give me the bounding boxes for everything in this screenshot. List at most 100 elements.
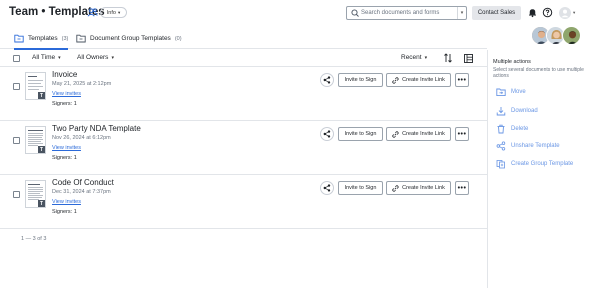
document-date: Nov 26, 2024 at 6:12pm	[52, 135, 111, 141]
owner-filter-dropdown[interactable]: All Owners ▾	[77, 54, 114, 61]
panel-title: Multiple actions	[493, 59, 531, 65]
create-invite-link-label: Create Invite Link	[402, 77, 445, 83]
owner-filter-label: All Owners	[77, 54, 109, 61]
row-checkbox[interactable]	[13, 137, 20, 144]
search-input[interactable]: Search documents and forms	[361, 10, 457, 16]
help-icon[interactable]	[542, 7, 553, 18]
template-badge-icon: T	[38, 92, 45, 99]
share-button[interactable]	[320, 127, 334, 141]
create-group-template-action[interactable]: Create Group Template	[496, 158, 573, 169]
create-invite-link-button[interactable]: Create Invite Link	[386, 127, 451, 141]
chevron-down-icon: ▾	[111, 54, 114, 61]
more-actions-button[interactable]: •••	[455, 181, 469, 195]
share-button[interactable]	[320, 181, 334, 195]
action-label: Download	[511, 107, 538, 114]
invite-to-sign-button[interactable]: Invite to Sign	[338, 73, 383, 87]
action-label: Create Group Template	[511, 160, 574, 167]
download-icon	[496, 106, 506, 115]
create-invite-link-label: Create Invite Link	[402, 131, 445, 137]
share-button[interactable]	[320, 73, 334, 87]
download-action[interactable]: Download	[496, 105, 538, 116]
chevron-down-icon: ▾	[573, 9, 576, 15]
panel-description: Select several documents to use multiple…	[493, 67, 584, 79]
more-actions-button[interactable]: •••	[455, 73, 469, 87]
header: Team • Templates Info ▾ Search documents…	[0, 0, 589, 28]
row-checkbox[interactable]	[13, 83, 20, 90]
time-filter-dropdown[interactable]: All Time ▾	[32, 54, 61, 61]
row-checkbox[interactable]	[13, 191, 20, 198]
user-avatar-icon	[559, 6, 571, 19]
document-name[interactable]: Two Party NDA Template	[52, 124, 141, 133]
trash-icon	[497, 124, 505, 133]
view-invites-link[interactable]: View invites	[52, 91, 81, 97]
signers-count: Signers: 1	[52, 101, 77, 107]
action-label: Unshare Template	[511, 142, 560, 149]
sort-direction-icon[interactable]	[443, 53, 453, 63]
signers-count: Signers: 1	[52, 155, 77, 161]
list-item[interactable]: T Invoice May 21, 2025 at 2:12pm View in…	[0, 67, 487, 121]
document-thumbnail[interactable]: T	[25, 126, 46, 154]
create-invite-link-label: Create Invite Link	[402, 185, 445, 191]
team-icon	[87, 8, 98, 17]
view-invites-link[interactable]: View invites	[52, 199, 81, 205]
unshare-icon	[496, 141, 506, 150]
team-avatars[interactable]	[531, 26, 583, 46]
multiple-actions-panel: Multiple actions Select several document…	[487, 50, 589, 288]
share-icon	[323, 184, 331, 192]
info-dropdown[interactable]: Info ▾	[100, 7, 127, 18]
search-box[interactable]: Search documents and forms ▾	[346, 6, 467, 20]
time-filter-label: All Time	[32, 54, 56, 61]
document-date: May 21, 2025 at 2:12pm	[52, 81, 112, 87]
link-icon	[392, 76, 399, 84]
list-item[interactable]: T Two Party NDA Template Nov 26, 2024 at…	[0, 121, 487, 175]
action-label: Delete	[511, 125, 529, 132]
document-name[interactable]: Invoice	[52, 70, 77, 79]
sort-dropdown[interactable]: Recent ▾	[401, 54, 427, 61]
group-template-icon	[496, 159, 505, 168]
chevron-down-icon: ▾	[58, 54, 61, 61]
template-badge-icon: T	[38, 200, 45, 207]
list-item[interactable]: T Code Of Conduct Dec 31, 2024 at 7:37pm…	[0, 175, 487, 229]
search-filter-dropdown[interactable]: ▾	[457, 7, 466, 19]
info-label: Info	[106, 9, 116, 16]
move-action[interactable]: Move	[496, 86, 526, 97]
tab-label: Templates	[28, 35, 58, 42]
share-icon	[323, 130, 331, 138]
select-all-checkbox[interactable]	[13, 55, 20, 62]
tab-label: Document Group Templates	[90, 35, 171, 42]
avatar	[562, 26, 581, 45]
action-label: Move	[511, 88, 526, 95]
view-invites-link[interactable]: View invites	[52, 145, 81, 151]
bell-icon[interactable]	[527, 7, 538, 18]
folder-icon	[76, 34, 86, 43]
tab-count: (0)	[174, 35, 182, 42]
chevron-down-icon: ▾	[117, 9, 121, 15]
document-name[interactable]: Code Of Conduct	[52, 178, 114, 187]
document-thumbnail[interactable]: T	[25, 180, 46, 208]
invite-to-sign-button[interactable]: Invite to Sign	[338, 127, 383, 141]
folder-icon	[14, 34, 24, 43]
list-view-icon[interactable]	[464, 54, 473, 63]
sort-label: Recent	[401, 54, 422, 61]
folder-move-icon	[496, 88, 506, 96]
invite-to-sign-button[interactable]: Invite to Sign	[338, 181, 383, 195]
create-invite-link-button[interactable]: Create Invite Link	[386, 73, 451, 87]
link-icon	[392, 184, 399, 192]
pagination-summary: 1 — 3 of 3	[21, 236, 47, 242]
signers-count: Signers: 1	[52, 209, 77, 215]
user-menu[interactable]: ▾	[559, 6, 579, 19]
unshare-template-action[interactable]: Unshare Template	[496, 140, 560, 151]
chevron-down-icon: ▾	[424, 54, 428, 61]
delete-action[interactable]: Delete	[496, 123, 528, 134]
more-actions-button[interactable]: •••	[455, 127, 469, 141]
contact-sales-button[interactable]: Contact Sales	[472, 6, 521, 20]
tab-templates[interactable]: Templates (3)	[14, 28, 69, 50]
template-badge-icon: T	[38, 146, 45, 153]
share-icon	[323, 76, 331, 84]
document-thumbnail[interactable]: T	[25, 72, 46, 100]
tab-document-group-templates[interactable]: Document Group Templates (0)	[76, 28, 182, 49]
search-icon	[351, 9, 359, 17]
list-toolbar: All Time ▾ All Owners ▾ Recent ▾	[0, 50, 487, 67]
tab-count: (3)	[61, 35, 69, 42]
create-invite-link-button[interactable]: Create Invite Link	[386, 181, 451, 195]
